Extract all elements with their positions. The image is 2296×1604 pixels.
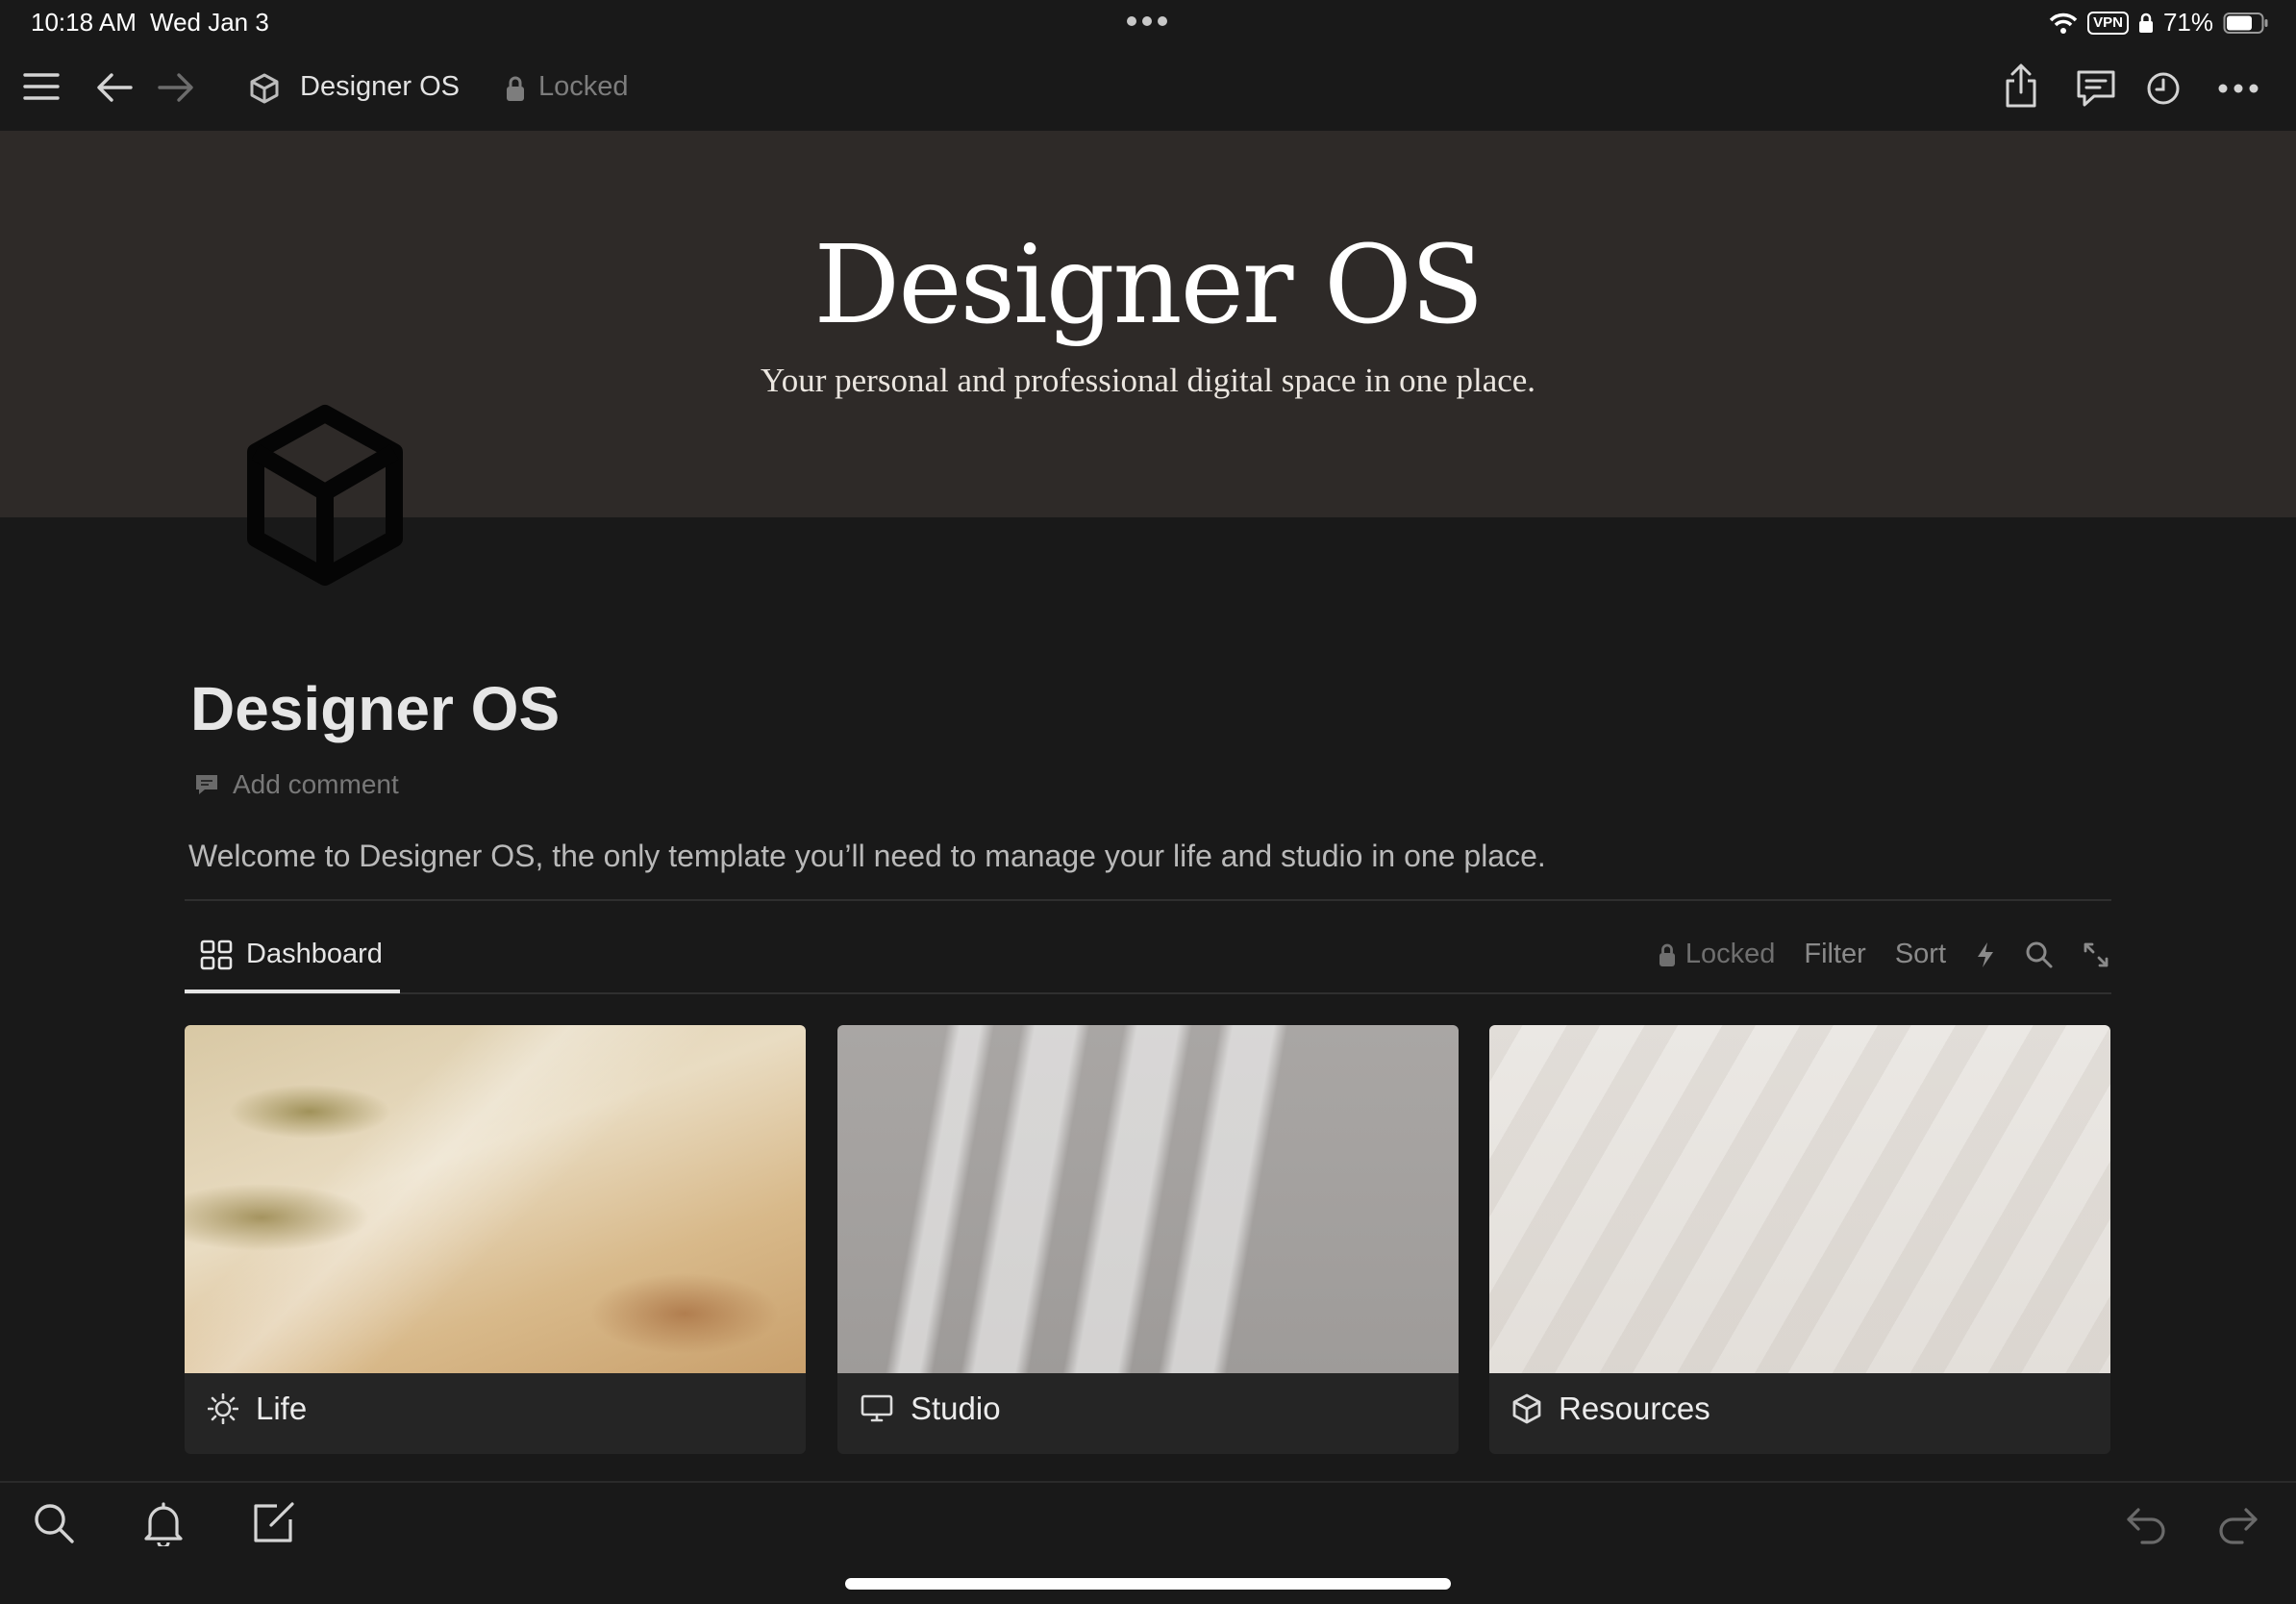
view-locked-label: Locked — [1685, 939, 1776, 969]
welcome-text[interactable]: Welcome to Designer OS, the only templat… — [188, 839, 1546, 874]
cube-icon — [250, 73, 279, 104]
search-icon[interactable] — [33, 1502, 75, 1544]
expand-icon[interactable] — [2083, 941, 2109, 968]
tab-dashboard-label: Dashboard — [246, 939, 383, 969]
sort-button[interactable]: Sort — [1895, 939, 1946, 970]
comment-icon — [194, 773, 219, 796]
filter-button[interactable]: Filter — [1804, 939, 1865, 970]
forward-arrow-icon[interactable] — [158, 71, 194, 104]
vpn-icon: VPN — [2087, 11, 2129, 35]
menu-icon[interactable] — [23, 71, 60, 102]
cover-title: Designer OS — [813, 223, 1484, 348]
monitor-icon — [861, 1394, 893, 1423]
active-tab-indicator — [185, 990, 400, 993]
card-title: Life — [208, 1391, 307, 1427]
status-indicators: VPN 71% — [2049, 8, 2269, 38]
multitasking-dots-icon[interactable] — [1125, 13, 1169, 29]
tab-dashboard[interactable]: Dashboard — [200, 939, 383, 970]
page-title[interactable]: Designer OS — [190, 673, 560, 744]
card-cover-image — [1489, 1025, 2110, 1373]
more-icon[interactable] — [2217, 81, 2259, 96]
card-resources-label: Resources — [1559, 1391, 1710, 1426]
add-comment-label: Add comment — [233, 769, 399, 799]
card-life-label: Life — [256, 1391, 308, 1426]
locked-label: Locked — [538, 71, 629, 102]
view-locked: Locked — [1659, 939, 1776, 970]
tab-divider — [185, 992, 2111, 994]
history-clock-icon[interactable] — [2146, 71, 2181, 106]
comments-icon[interactable] — [2075, 69, 2117, 108]
wifi-icon — [2049, 12, 2078, 35]
card-resources[interactable]: Resources — [1489, 1025, 2110, 1454]
card-cover-image — [837, 1025, 1459, 1373]
sun-icon — [208, 1393, 238, 1424]
search-icon[interactable] — [2025, 940, 2054, 969]
bottom-divider — [0, 1481, 2296, 1483]
view-controls: Locked Filter Sort — [1659, 939, 2109, 970]
divider — [185, 899, 2111, 901]
card-title: Resources — [1512, 1391, 1710, 1427]
home-indicator[interactable] — [845, 1578, 1451, 1590]
status-time: 10:18 AM — [31, 8, 137, 37]
battery-percent: 71% — [2162, 8, 2213, 37]
battery-icon — [2223, 12, 2269, 35]
card-cover-image — [185, 1025, 806, 1373]
card-title: Studio — [861, 1391, 1001, 1427]
back-arrow-icon[interactable] — [96, 71, 133, 104]
undo-icon[interactable] — [2125, 1506, 2167, 1544]
status-date: Wed Jan 3 — [150, 8, 269, 37]
card-life[interactable]: Life — [185, 1025, 806, 1454]
breadcrumb-title[interactable]: Designer OS — [300, 71, 460, 103]
card-studio-label: Studio — [911, 1391, 1001, 1426]
card-studio[interactable]: Studio — [837, 1025, 1459, 1454]
cube-icon — [1512, 1393, 1541, 1424]
lock-icon — [1659, 942, 1676, 967]
lock-icon — [506, 75, 525, 102]
page-cube-icon[interactable] — [244, 404, 406, 587]
add-comment-button[interactable]: Add comment — [194, 769, 399, 800]
automation-bolt-icon[interactable] — [1975, 940, 1996, 969]
share-icon[interactable] — [2004, 63, 2038, 108]
redo-icon[interactable] — [2217, 1506, 2259, 1544]
grid-icon — [200, 940, 233, 970]
cover-subtitle: Your personal and professional digital s… — [760, 362, 1536, 399]
bell-icon[interactable] — [142, 1500, 185, 1546]
lock-icon — [2138, 13, 2154, 34]
compose-icon[interactable] — [252, 1500, 296, 1544]
